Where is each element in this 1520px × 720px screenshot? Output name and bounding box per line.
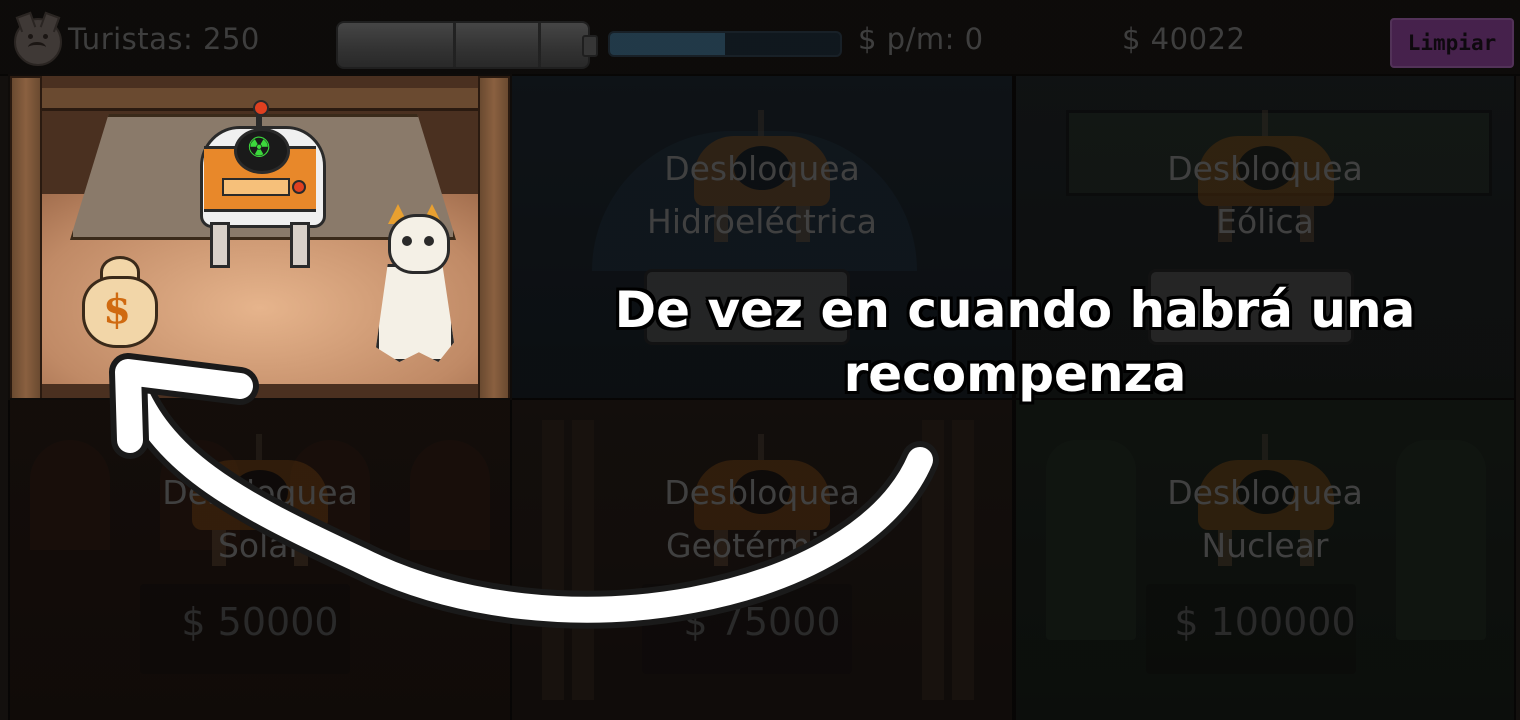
room-price: $ 100000: [1174, 600, 1356, 644]
room-geothermal-locked[interactable]: Desbloquea Geotérmica $ 75000: [510, 398, 1014, 720]
radiation-icon: ☢: [246, 131, 272, 164]
room-name: Hidroeléctrica: [647, 202, 877, 241]
room-name: Eólica: [1216, 202, 1314, 241]
room-name: Solar: [217, 526, 303, 565]
room-name: Nuclear: [1201, 526, 1329, 565]
room-price: $ 75000: [683, 600, 841, 644]
unlock-label: Desbloquea: [162, 473, 358, 512]
ghost-cat-character: [370, 204, 460, 364]
unlock-label: Desbloquea: [664, 473, 860, 512]
tutorial-caption: De vez en cuando habrá una recompenza: [614, 281, 1416, 403]
room-name: Geotérmica: [666, 526, 858, 565]
tourists-counter: Turistas: 250: [68, 22, 260, 56]
game-screen: Turistas: 250 $ p/m: 0 $ 40022 Limpiar D…: [0, 0, 1520, 720]
room-price: $ 50000: [181, 600, 339, 644]
room-active-reactor[interactable]: ☢ $: [8, 74, 512, 400]
clean-button[interactable]: Limpiar: [1390, 18, 1514, 68]
sad-cat-face-icon: [14, 18, 62, 66]
pipe-meter: [336, 21, 598, 69]
room-solar-locked[interactable]: Desbloquea Solar $ 50000: [8, 398, 512, 720]
unlock-label: Desbloquea: [664, 149, 860, 188]
unlock-label: Desbloquea: [1167, 149, 1363, 188]
unlock-label: Desbloquea: [1167, 473, 1363, 512]
energy-progress-fill: [610, 33, 725, 55]
money-balance: $ 40022: [1122, 22, 1246, 56]
money-bag-icon[interactable]: $: [82, 256, 158, 348]
top-hud: Turistas: 250 $ p/m: 0 $ 40022 Limpiar: [0, 0, 1520, 76]
income-per-minute: $ p/m: 0: [858, 22, 984, 56]
energy-progress-bar: [608, 31, 842, 57]
reactor-machine[interactable]: ☢: [200, 100, 326, 268]
room-nuclear-locked[interactable]: Desbloquea Nuclear $ 100000: [1014, 398, 1516, 720]
